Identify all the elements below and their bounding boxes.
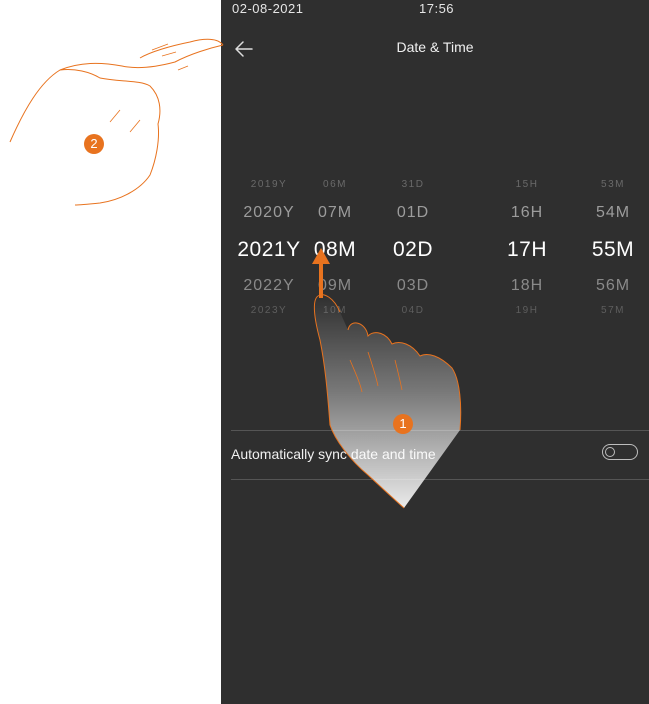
callout-badge-2: 2 — [84, 134, 104, 154]
auto-sync-label: Automatically sync date and time — [231, 446, 436, 462]
picker-day-cell[interactable]: 31D — [402, 179, 425, 190]
picker-year-cell[interactable]: 2023Y — [251, 305, 287, 316]
picker-hour-cell[interactable]: 18H — [511, 277, 543, 295]
picker-year-selected[interactable]: 2021Y — [237, 238, 300, 262]
divider — [231, 430, 649, 431]
auto-sync-toggle[interactable] — [602, 444, 638, 460]
picker-year-cell[interactable]: 2020Y — [243, 204, 294, 222]
picker-hour-cell[interactable]: 15H — [516, 179, 539, 190]
callout-badge-1: 1 — [393, 414, 413, 434]
picker-day-cell[interactable]: 04D — [402, 305, 425, 316]
status-date: 02-08-2021 — [232, 1, 304, 16]
toggle-knob — [605, 446, 615, 457]
page-title: Date & Time — [396, 39, 474, 55]
picker-minute-cell[interactable]: 57M — [601, 305, 625, 316]
picker-month-cell[interactable]: 07M — [318, 204, 352, 222]
picker-day-selected[interactable]: 02D — [393, 238, 433, 262]
picker-hour-selected[interactable]: 17H — [507, 238, 547, 262]
picker-minute-cell[interactable]: 53M — [601, 179, 625, 190]
picker-day-cell[interactable]: 01D — [397, 204, 429, 222]
picker-hour-cell[interactable]: 19H — [516, 305, 539, 316]
picker-year-cell[interactable]: 2022Y — [243, 277, 294, 295]
picker-month-cell[interactable]: 09M — [318, 277, 352, 295]
device-screen: 02-08-2021 17:56 Date & Time 2019Y 06M 3… — [221, 0, 649, 704]
picker-minute-cell[interactable]: 56M — [596, 277, 630, 295]
status-time: 17:56 — [419, 1, 455, 16]
tap-hand-icon — [9, 38, 224, 206]
picker-minute-cell[interactable]: 54M — [596, 204, 630, 222]
picker-year-cell[interactable]: 2019Y — [251, 179, 287, 190]
picker-day-cell[interactable]: 03D — [397, 277, 429, 295]
picker-month-selected[interactable]: 08M — [314, 238, 356, 262]
picker-month-cell[interactable]: 06M — [323, 179, 347, 190]
picker-month-cell[interactable]: 10M — [323, 305, 347, 316]
date-time-picker[interactable]: 2019Y 06M 31D 15H 53M 2020Y 07M 01D 16H … — [221, 170, 649, 330]
picker-hour-cell[interactable]: 16H — [511, 204, 543, 222]
picker-minute-selected[interactable]: 55M — [592, 238, 634, 262]
divider — [231, 479, 649, 480]
